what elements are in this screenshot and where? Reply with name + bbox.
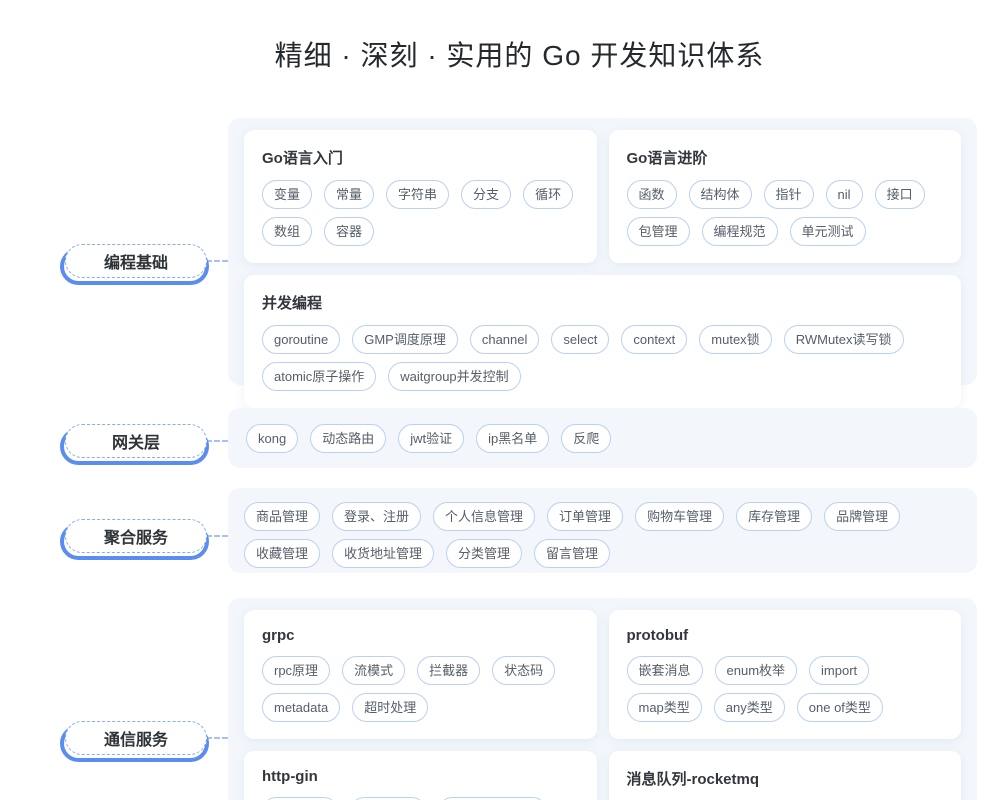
tag-chip[interactable]: 常量	[324, 180, 374, 209]
tag-chip[interactable]: 嵌套消息	[627, 656, 703, 685]
knowledge-map-page: 精细 · 深刻 · 实用的 Go 开发知识体系 编程基础 网关层 聚合服务 通信…	[0, 0, 987, 800]
card-protobuf: protobuf 嵌套消息 enum枚举 import map类型 any类型 one o…	[609, 610, 962, 739]
tag-chip[interactable]: 分支	[461, 180, 511, 209]
tag-chip[interactable]: 登录、注册	[332, 502, 421, 531]
card-concurrent-programming: 并发编程 goroutine GMP调度原理 channel select contex…	[244, 275, 961, 408]
tag-list: goroutine GMP调度原理 channel select context mute…	[262, 325, 943, 391]
tag-chip[interactable]: one of类型	[797, 693, 883, 722]
tag-chip[interactable]: 函数	[627, 180, 677, 209]
tag-chip[interactable]: 收货地址管理	[332, 539, 434, 568]
tag-chip[interactable]: 商品管理	[244, 502, 320, 531]
section-aggregation-services: 商品管理登录、注册个人信息管理订单管理购物车管理库存管理品牌管理收藏管理收货地址…	[228, 488, 977, 573]
page-title: 精细 · 深刻 · 实用的 Go 开发知识体系	[0, 34, 987, 74]
connector-line	[206, 535, 228, 537]
tag-chip[interactable]: enum枚举	[715, 656, 798, 685]
tag-chip[interactable]: 留言管理	[534, 539, 610, 568]
tag-chip[interactable]: 订单管理	[547, 502, 623, 531]
tag-chip[interactable]: 超时处理	[352, 693, 428, 722]
tag-chip[interactable]: 购物车管理	[635, 502, 724, 531]
tag-chip[interactable]: 接口	[875, 180, 925, 209]
card-go-language-advanced: Go语言进阶 函数结构体指针 nil 接口包管理编程规范单元测试	[609, 130, 962, 263]
category-pill-label: 聚合服务	[104, 524, 168, 548]
tag-chip[interactable]: channel	[470, 325, 540, 354]
tag-chip[interactable]: 容器	[324, 217, 374, 246]
card-title: grpc	[262, 627, 579, 644]
tag-chip[interactable]: atomic原子操作	[262, 362, 376, 391]
tag-chip[interactable]: select	[551, 325, 609, 354]
tag-chip[interactable]: 包管理	[627, 217, 690, 246]
tag-chip[interactable]: 编程规范	[702, 217, 778, 246]
tag-chip[interactable]: waitgroup并发控制	[388, 362, 520, 391]
card-title: 消息队列-rocketmq	[627, 768, 944, 789]
card-title: protobuf	[627, 627, 944, 644]
tag-chip[interactable]: 反爬	[561, 424, 611, 453]
category-pill-gateway-layer[interactable]: 网关层	[65, 424, 207, 458]
tag-chip[interactable]: 数组	[262, 217, 312, 246]
tag-chip[interactable]: import	[809, 656, 869, 685]
category-pill-programming-basics[interactable]: 编程基础	[65, 244, 207, 278]
tag-chip[interactable]: context	[621, 325, 687, 354]
tag-chip[interactable]: map类型	[627, 693, 702, 722]
tag-chip[interactable]: 结构体	[689, 180, 752, 209]
tag-chip[interactable]: rpc原理	[262, 656, 330, 685]
card-title: Go语言入门	[262, 147, 579, 168]
tag-chip[interactable]: 品牌管理	[824, 502, 900, 531]
connector-line	[206, 260, 228, 262]
tag-chip[interactable]: any类型	[714, 693, 785, 722]
section-communication-services: grpc rpc原理流模式拦截器状态码 metadata 超时处理 protobuf…	[228, 598, 977, 800]
tag-chip[interactable]: jwt验证	[398, 424, 464, 453]
tag-list: 嵌套消息 enum枚举 import map类型 any类型 one of类型	[627, 656, 944, 722]
tag-chip[interactable]: 指针	[764, 180, 814, 209]
section-gateway-layer: kong 动态路由 jwt验证 ip黑名单反爬	[228, 408, 977, 468]
tag-chip[interactable]: nil	[826, 180, 863, 209]
connector-line	[206, 737, 228, 739]
tag-chip[interactable]: 状态码	[492, 656, 555, 685]
card-title: 并发编程	[262, 292, 943, 313]
tag-chip[interactable]: 个人信息管理	[433, 502, 535, 531]
category-pill-label: 通信服务	[104, 726, 168, 750]
tag-chip[interactable]: 动态路由	[310, 424, 386, 453]
tag-chip[interactable]: 循环	[523, 180, 573, 209]
tag-chip[interactable]: 流模式	[342, 656, 405, 685]
card-go-language-intro: Go语言入门 变量常量字符串分支循环数组容器	[244, 130, 597, 263]
tag-chip[interactable]: mutex锁	[699, 325, 771, 354]
card-grpc: grpc rpc原理流模式拦截器状态码 metadata 超时处理	[244, 610, 597, 739]
section-programming-basics: Go语言入门 变量常量字符串分支循环数组容器 Go语言进阶 函数结构体指针 nil…	[228, 118, 977, 385]
tag-chip[interactable]: ip黑名单	[476, 424, 549, 453]
tag-list: rpc原理流模式拦截器状态码 metadata 超时处理	[262, 656, 579, 722]
tag-chip[interactable]: metadata	[262, 693, 340, 722]
tag-chip[interactable]: GMP调度原理	[352, 325, 458, 354]
tag-list: 变量常量字符串分支循环数组容器	[262, 180, 579, 246]
tag-chip[interactable]: 收藏管理	[244, 539, 320, 568]
card-title: Go语言进阶	[627, 147, 944, 168]
tag-list: 商品管理登录、注册个人信息管理订单管理购物车管理库存管理品牌管理收藏管理收货地址…	[244, 502, 961, 568]
tag-list: 函数结构体指针 nil 接口包管理编程规范单元测试	[627, 180, 944, 246]
tag-chip[interactable]: 库存管理	[736, 502, 812, 531]
category-pill-label: 网关层	[112, 429, 160, 453]
tag-chip[interactable]: 分类管理	[446, 539, 522, 568]
card-title: http-gin	[262, 768, 579, 785]
tag-chip[interactable]: kong	[246, 424, 298, 453]
tag-chip[interactable]: 拦截器	[417, 656, 480, 685]
card-http-gin: http-gin 表单验证错误翻译middlware原理	[244, 751, 597, 800]
card-rocketmq: 消息队列-rocketmq 普通消息事务消息PushConsumer	[609, 751, 962, 800]
connector-line	[206, 440, 228, 442]
tag-chip[interactable]: 字符串	[386, 180, 449, 209]
tag-chip[interactable]: 变量	[262, 180, 312, 209]
tag-list: kong 动态路由 jwt验证 ip黑名单反爬	[246, 424, 959, 453]
tag-chip[interactable]: RWMutex读写锁	[784, 325, 904, 354]
category-pill-label: 编程基础	[104, 249, 168, 273]
tag-chip[interactable]: goroutine	[262, 325, 340, 354]
category-pill-aggregation-services[interactable]: 聚合服务	[65, 519, 207, 553]
tag-chip[interactable]: 单元测试	[790, 217, 866, 246]
category-pill-communication-services[interactable]: 通信服务	[65, 721, 207, 755]
